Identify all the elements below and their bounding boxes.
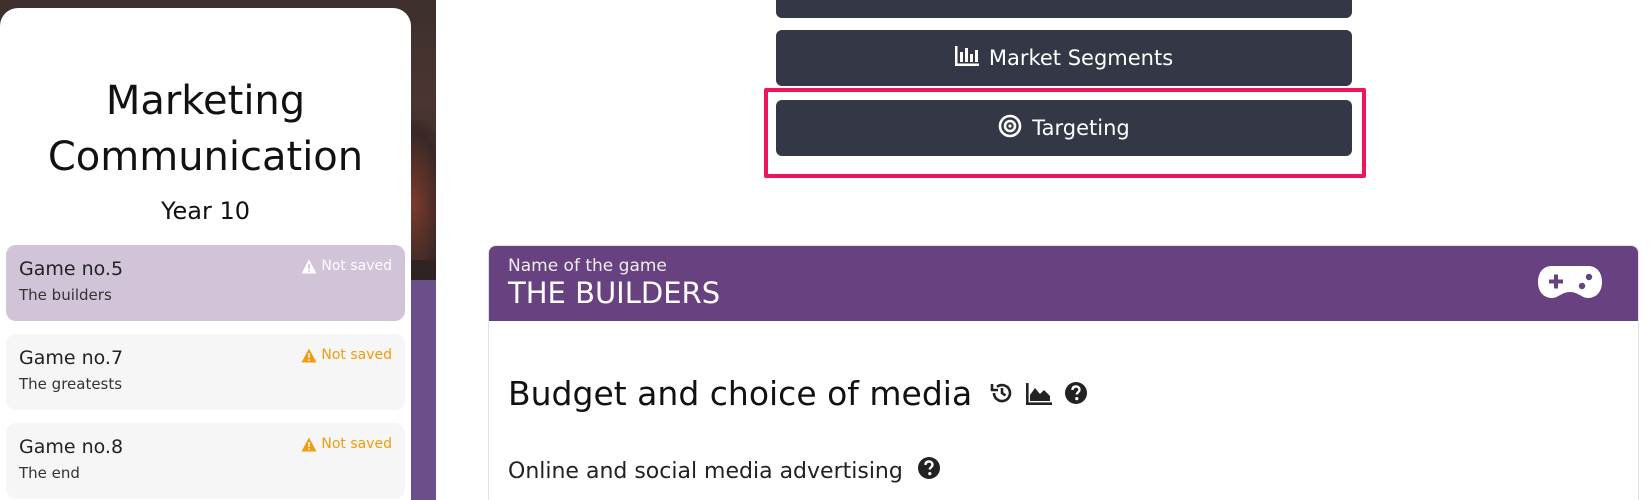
course-year: Year 10 — [161, 197, 250, 225]
targeting-highlight — [764, 88, 1366, 178]
section-tools — [990, 374, 1088, 413]
area-chart-icon[interactable] — [1026, 374, 1053, 413]
warning-icon — [301, 348, 317, 363]
game-card-7[interactable]: Game no.7 The greatests Not saved — [6, 334, 405, 410]
save-status: Not saved — [301, 347, 392, 363]
game-header: Name of the game THE BUILDERS — [489, 246, 1638, 321]
save-status-label: Not saved — [321, 436, 392, 452]
history-icon[interactable] — [990, 374, 1014, 413]
gamepad-icon — [1538, 264, 1602, 304]
game-list: Game no.5 The builders Not saved Game no… — [6, 245, 405, 499]
help-icon[interactable] — [917, 456, 941, 486]
course-title: Marketing Communication — [47, 78, 364, 180]
game-name: THE BUILDERS — [508, 276, 721, 310]
subsection-title: Online and social media advertising — [508, 456, 941, 486]
market-segments-label: Market Segments — [988, 46, 1174, 70]
market-segments-button[interactable]: Market Segments — [776, 30, 1352, 86]
game-subtitle: The end — [19, 464, 80, 482]
save-status: Not saved — [301, 436, 392, 452]
save-status-label: Not saved — [321, 347, 392, 363]
section-title-text: Budget and choice of media — [508, 374, 973, 413]
save-status-label: Not saved — [321, 258, 392, 274]
game-card-5[interactable]: Game no.5 The builders Not saved — [6, 245, 405, 321]
game-subtitle: The greatests — [19, 375, 123, 393]
bar-chart-icon — [954, 45, 979, 71]
sidebar-panel: Marketing Communication Year 10 Game no.… — [0, 8, 411, 500]
game-panel: Name of the game THE BUILDERS Budget and… — [488, 245, 1639, 500]
section-title: Budget and choice of media — [508, 374, 1088, 413]
warning-icon — [301, 437, 317, 452]
game-name-label: Name of the game — [508, 256, 667, 276]
game-subtitle: The builders — [19, 286, 112, 304]
save-status: Not saved — [301, 258, 392, 274]
nav-button-previous[interactable] — [776, 0, 1352, 18]
subsection-title-text: Online and social media advertising — [508, 458, 903, 484]
warning-icon — [301, 259, 317, 274]
game-card-8[interactable]: Game no.8 The end Not saved — [6, 423, 405, 499]
help-icon[interactable] — [1064, 374, 1088, 413]
